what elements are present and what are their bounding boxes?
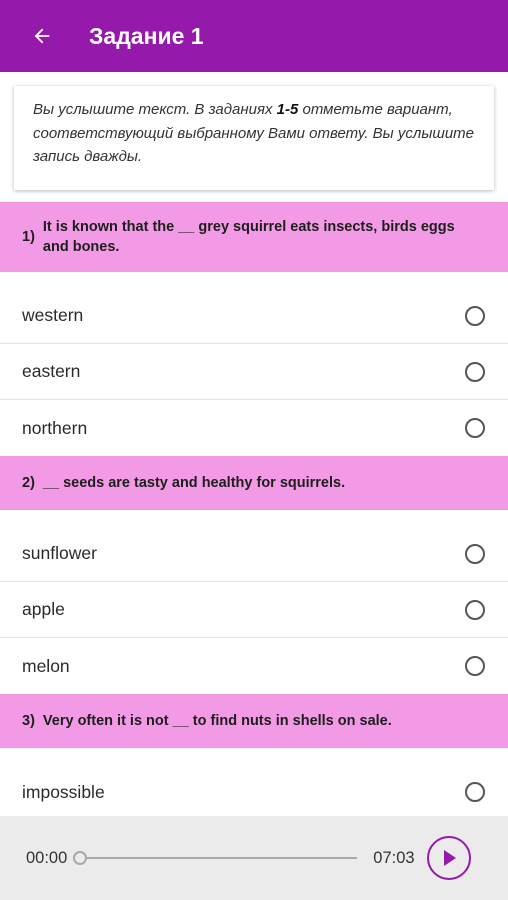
option-sunflower[interactable]: sunflower xyxy=(0,526,508,582)
option-impossible[interactable]: impossible xyxy=(0,764,508,820)
back-button[interactable] xyxy=(22,16,62,56)
option-western[interactable]: western xyxy=(0,288,508,344)
option-label: sunflower xyxy=(22,543,97,563)
radio-button[interactable] xyxy=(465,361,485,382)
current-time: 00:00 xyxy=(26,848,68,867)
radio-button[interactable] xyxy=(465,305,485,326)
question-text: __ seeds are tasty and healthy for squir… xyxy=(42,475,346,491)
question-number: 2) xyxy=(22,475,35,491)
instructions-range: 1-5 xyxy=(276,101,299,118)
seek-bar[interactable] xyxy=(73,851,358,865)
option-label: apple xyxy=(22,599,65,619)
instructions-part-1: Вы услышите текст. В заданиях xyxy=(33,101,277,118)
option-eastern[interactable]: eastern xyxy=(0,344,508,400)
option-apple[interactable]: apple xyxy=(0,582,508,638)
radio-button[interactable] xyxy=(465,782,485,802)
audio-player: 00:00 07:03 xyxy=(0,816,508,900)
arrow-left-icon xyxy=(34,28,50,44)
option-label: melon xyxy=(22,655,70,676)
instructions-card: Вы услышите текст. В заданиях 1-5 отметь… xyxy=(14,86,494,190)
duration: 07:03 xyxy=(373,848,415,867)
question-text: Very often it is not __ to find nuts in … xyxy=(42,713,392,729)
radio-button[interactable] xyxy=(465,543,485,564)
radio-button[interactable] xyxy=(465,656,485,676)
page-title: Задание 1 xyxy=(89,22,204,49)
question-3: 3) Very often it is not __ to find nuts … xyxy=(0,694,508,748)
option-label: northern xyxy=(22,417,88,438)
option-melon[interactable]: melon xyxy=(0,638,508,694)
question-number: 3) xyxy=(22,713,35,729)
play-button[interactable] xyxy=(426,836,471,880)
question-1: 1) It is known that the __ grey squirrel… xyxy=(0,202,508,272)
option-label: western xyxy=(22,305,84,325)
seek-thumb[interactable] xyxy=(73,851,88,865)
app-bar: Задание 1 xyxy=(0,0,508,72)
question-2: 2) __ seeds are tasty and healthy for sq… xyxy=(0,456,508,510)
instructions-text: Вы услышите текст. В заданиях 1-5 отметь… xyxy=(33,98,478,169)
option-label: impossible xyxy=(22,781,105,802)
option-label: eastern xyxy=(22,361,81,381)
question-text: It is known that the __ grey squirrel ea… xyxy=(42,219,455,255)
question-number: 1) xyxy=(22,229,35,245)
radio-button[interactable] xyxy=(465,599,485,620)
radio-button[interactable] xyxy=(465,418,485,438)
play-icon xyxy=(443,850,456,866)
option-northern[interactable]: northern xyxy=(0,400,508,456)
